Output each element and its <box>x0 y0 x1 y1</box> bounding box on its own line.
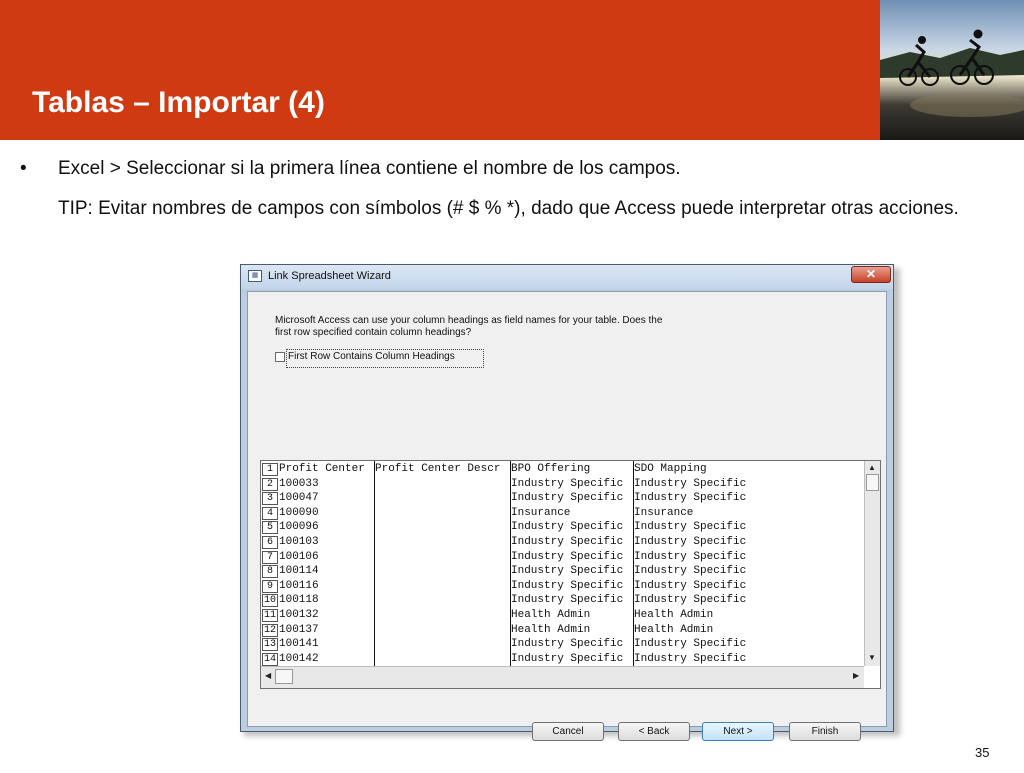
grid-cell: Industry Specific <box>634 565 747 578</box>
grid-cell: Industry Specific <box>634 521 747 534</box>
grid-cell: Insurance <box>634 506 694 519</box>
grid-cell: 100137 <box>279 623 319 636</box>
grid-cell: Insurance <box>511 506 571 519</box>
slide-title: Tablas – Importar (4) <box>32 86 325 119</box>
row-number: 7 <box>262 550 278 564</box>
first-row-headings-label[interactable]: First Row Contains Column Headings <box>288 351 455 362</box>
next-button[interactable]: Next > <box>702 722 774 741</box>
vertical-scroll-thumb[interactable] <box>866 474 879 491</box>
dialog-titlebar[interactable]: ▦ Link Spreadsheet Wizard ✕ <box>241 265 893 289</box>
grid-cell: 100033 <box>279 477 319 490</box>
scroll-up-icon[interactable]: ▲ <box>868 463 876 472</box>
data-preview-grid[interactable]: 1 2 3 4 5 6 7 8 9 10 11 12 13 14 Profit Center 100033 1… <box>260 460 881 689</box>
row-number: 6 <box>262 536 278 549</box>
dialog-title: Link Spreadsheet Wizard <box>268 270 391 282</box>
back-button[interactable]: < Back <box>618 722 690 741</box>
grid-cell: SDO Mapping <box>634 463 707 475</box>
grid-cell: 100106 <box>279 550 319 563</box>
grid-cell: Industry Specific <box>511 594 624 607</box>
access-app-icon: ▦ <box>248 270 262 282</box>
scroll-right-icon[interactable]: ▶ <box>853 671 859 680</box>
wizard-prompt: Microsoft Access can use your column hea… <box>275 315 663 338</box>
cancel-button[interactable]: Cancel <box>532 722 604 741</box>
bullet-marker: • <box>20 158 27 179</box>
row-number: 10 <box>262 594 278 608</box>
dialog-client-area: Microsoft Access can use your column hea… <box>247 291 887 741</box>
grid-cell: Industry Specific <box>511 579 624 592</box>
grid-cell: 100114 <box>279 565 319 578</box>
row-number: 8 <box>262 565 278 579</box>
grid-cell: Industry Specific <box>511 492 624 505</box>
grid-cell: Industry Specific <box>511 550 624 563</box>
grid-cell: 100142 <box>279 652 319 665</box>
grid-cell: Industry Specific <box>634 594 747 607</box>
close-icon[interactable]: ✕ <box>851 266 891 283</box>
grid-cell: Industry Specific <box>511 536 624 548</box>
cyclists-photo <box>880 0 1024 140</box>
grid-cell: Health Admin <box>511 609 591 621</box>
row-number-column: 1 2 3 4 5 6 7 8 9 10 11 12 13 14 <box>261 461 278 666</box>
grid-cell: Industry Specific <box>634 477 747 490</box>
grid-cell: Industry Specific <box>511 521 624 534</box>
row-number: 9 <box>262 579 278 593</box>
scroll-left-icon[interactable]: ◀ <box>265 671 271 680</box>
row-number: 12 <box>262 623 278 637</box>
scroll-down-icon[interactable]: ▼ <box>868 653 876 662</box>
grid-cell: Industry Specific <box>634 492 747 505</box>
row-number: 2 <box>262 477 278 491</box>
vertical-scrollbar[interactable]: ▲ ▼ <box>864 461 880 666</box>
grid-cell: 100118 <box>279 594 319 607</box>
row-number: 11 <box>262 609 278 622</box>
grid-cell: Industry Specific <box>634 652 747 665</box>
grid-cell: Industry Specific <box>511 477 624 490</box>
row-number: 1 <box>262 463 278 476</box>
grid-cell: Industry Specific <box>634 536 747 548</box>
grid-cell: Health Admin <box>634 623 714 636</box>
grid-cell: Health Admin <box>634 609 714 621</box>
grid-cell: Industry Specific <box>634 579 747 592</box>
finish-button[interactable]: Finish <box>789 722 861 741</box>
grid-cell: 100096 <box>279 521 319 534</box>
grid-cell: Industry Specific <box>634 550 747 563</box>
grid-cell: 100141 <box>279 638 319 651</box>
grid-cell: Industry Specific <box>511 652 624 665</box>
grid-cell: 100132 <box>279 609 319 621</box>
page-number: 35 <box>975 745 990 760</box>
grid-cell: 100047 <box>279 492 319 505</box>
row-number: 13 <box>262 638 278 652</box>
horizontal-scrollbar[interactable]: ◀ ▶ <box>261 666 864 688</box>
grid-cell: Industry Specific <box>634 638 747 651</box>
grid-cell: 100090 <box>279 506 319 519</box>
grid-cell: 100116 <box>279 579 319 592</box>
row-number: 4 <box>262 506 278 520</box>
grid-cell: 100103 <box>279 536 319 548</box>
grid-cell: Industry Specific <box>511 638 624 651</box>
grid-cell: Profit Center <box>279 463 365 475</box>
horizontal-scroll-thumb[interactable] <box>275 669 293 684</box>
grid-cell: Profit Center Descr <box>375 463 501 475</box>
first-row-headings-checkbox[interactable] <box>275 352 285 362</box>
bullet-text: Excel > Seleccionar si la primera línea … <box>58 158 681 179</box>
row-number: 14 <box>262 652 278 666</box>
row-number: 5 <box>262 521 278 535</box>
grid-cell: Industry Specific <box>511 565 624 578</box>
grid-cell: Health Admin <box>511 623 591 636</box>
link-spreadsheet-wizard-dialog: ▦ Link Spreadsheet Wizard ✕ Microsoft Ac… <box>240 264 894 741</box>
column-divider <box>374 461 375 666</box>
row-number: 3 <box>262 492 278 506</box>
tip-text: TIP: Evitar nombres de campos con símbol… <box>58 198 959 219</box>
grid-cell: BPO Offering <box>511 463 591 475</box>
